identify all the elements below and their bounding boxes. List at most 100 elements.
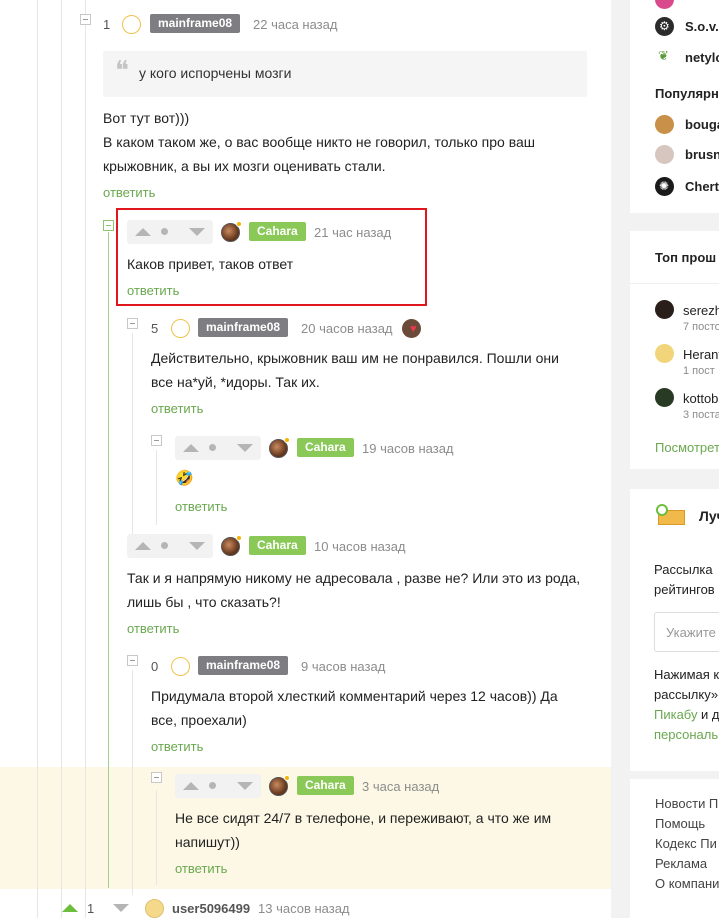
user-avatar xyxy=(655,145,674,164)
user-avatar xyxy=(655,115,674,134)
emoji: 🤣 xyxy=(175,470,194,487)
see-more-link[interactable]: Посмотрет xyxy=(655,440,719,455)
username-badge[interactable]: mainframe08 xyxy=(198,318,289,337)
footer-link[interactable]: Кодекс Пи xyxy=(655,836,717,851)
reply-link[interactable]: ответить xyxy=(175,861,227,876)
avatar-placeholder xyxy=(171,657,190,676)
comment-line: Вот тут вот))) xyxy=(103,110,190,126)
gear-icon: ✺ xyxy=(659,179,670,193)
comment-rating: 1 xyxy=(103,17,111,32)
upvote-icon[interactable] xyxy=(183,444,199,452)
footer-link[interactable]: Новости П xyxy=(655,796,718,811)
username[interactable]: user5096499 xyxy=(172,901,250,916)
reply-link[interactable]: ответить xyxy=(151,739,203,754)
upvote-icon[interactable] xyxy=(135,542,151,550)
comment-time[interactable]: 19 часов назад xyxy=(362,441,454,456)
user-name[interactable]: Herant xyxy=(683,347,719,362)
collapse-toggle[interactable] xyxy=(80,14,91,25)
consent-text: Нажимая к xyxy=(654,667,719,682)
comment-time[interactable]: 22 часа назад xyxy=(253,17,337,32)
upvote-icon[interactable] xyxy=(183,782,199,790)
user-name[interactable]: Cherte xyxy=(685,179,719,194)
email-field[interactable]: Укажите xyxy=(654,612,719,652)
user-avatar xyxy=(655,388,674,407)
thread-line xyxy=(156,450,157,525)
sidebar-communities: ⚙ S.o.v. ❦ netylo Популярн bouga brusn ✺… xyxy=(630,0,719,213)
sidebar-top-posts: Топ прош serezh 7 постов Herant 1 пост k… xyxy=(630,231,719,469)
comment-line: Так и я напрямую никому не адресовала , … xyxy=(127,570,581,586)
user-name[interactable]: brusn xyxy=(685,147,719,162)
post-count: 1 пост xyxy=(683,365,715,377)
community-name[interactable]: S.o.v. xyxy=(685,19,719,34)
comment-time[interactable]: 3 часа назад xyxy=(362,779,439,794)
reply-link[interactable]: ответить xyxy=(127,621,179,636)
community-name[interactable]: netylo xyxy=(685,50,719,65)
thread-line xyxy=(132,333,133,535)
post-count: 7 постов xyxy=(683,321,719,333)
collapse-toggle[interactable] xyxy=(127,318,138,329)
pikabu-link[interactable]: Пикабу xyxy=(654,707,697,722)
comment-time[interactable]: 13 часов назад xyxy=(258,901,350,916)
comment-time[interactable]: 10 часов назад xyxy=(314,539,406,554)
comment-text: Так и я напрямую никому не адресовала , … xyxy=(127,566,580,614)
footer-link[interactable]: Реклама xyxy=(655,856,707,871)
divider xyxy=(630,283,719,284)
comment-time[interactable]: 20 часов назад xyxy=(301,321,393,336)
newsletter-text: рейтингов xyxy=(654,582,715,597)
downvote-icon[interactable] xyxy=(237,444,253,452)
quote-icon: ❝ xyxy=(115,56,129,86)
username-badge[interactable]: mainframe08 xyxy=(150,14,241,33)
comment-rating: 0 xyxy=(151,659,159,674)
comment-line: Не все сидят 24/7 в телефоне, и пережива… xyxy=(175,810,552,826)
vote-controls xyxy=(175,436,261,460)
username-badge[interactable]: Cahara xyxy=(297,438,354,457)
comment-line: все на*уй, *идоры. Так их. xyxy=(151,374,320,390)
comment-time[interactable]: 9 часов назад xyxy=(301,659,385,674)
user-name[interactable]: bouga xyxy=(685,117,719,132)
mail-icon xyxy=(656,504,686,526)
reply-link[interactable]: ответить xyxy=(151,401,203,416)
comment-line: напишут)) xyxy=(175,834,240,850)
privacy-link[interactable]: персональ xyxy=(654,727,718,742)
online-dot-icon xyxy=(284,775,290,781)
user-name[interactable]: kottob xyxy=(683,391,718,406)
comment-text: Придумала второй хлесткий комментарий че… xyxy=(151,684,558,732)
user-avatar: ✺ xyxy=(655,177,674,196)
online-dot-icon xyxy=(236,535,242,541)
comment-line: лишь бы , что сказать?! xyxy=(127,594,281,610)
avatar[interactable] xyxy=(145,899,164,918)
highlight-frame xyxy=(116,208,427,306)
user-name[interactable]: serezh xyxy=(683,303,719,318)
collapse-toggle[interactable] xyxy=(127,655,138,666)
neutral-dot-icon xyxy=(209,782,216,789)
username-badge[interactable]: Cahara xyxy=(297,776,354,795)
reaction-avatar: ♥ xyxy=(402,319,421,338)
downvote-icon[interactable] xyxy=(237,782,253,790)
quote-block: ❝ у кого испорчены мозги xyxy=(103,51,587,97)
comment-text: Действительно, крыжовник ваш им не понра… xyxy=(151,346,559,394)
email-placeholder: Укажите xyxy=(666,625,716,640)
collapse-toggle[interactable] xyxy=(151,435,162,446)
username-badge[interactable]: Cahara xyxy=(249,536,306,555)
downvote-icon[interactable] xyxy=(189,542,205,550)
downvote-icon[interactable] xyxy=(113,904,129,912)
comment-text: Вот тут вот))) В каком таком же, о вас в… xyxy=(103,106,535,178)
newsletter-text: Рассылка xyxy=(654,562,713,577)
collapse-toggle[interactable] xyxy=(103,220,114,231)
thread-line xyxy=(61,0,62,918)
comment-line: В каком таком же, о вас вообще никто не … xyxy=(103,134,535,150)
online-dot-icon xyxy=(284,437,290,443)
footer-link[interactable]: О компани xyxy=(655,876,719,891)
reply-link[interactable]: ответить xyxy=(175,499,227,514)
collapse-toggle[interactable] xyxy=(151,772,162,783)
reply-link[interactable]: ответить xyxy=(103,185,155,200)
thread-line xyxy=(37,0,38,918)
upvote-icon[interactable] xyxy=(62,904,78,912)
comment-line: все, проехали) xyxy=(151,712,247,728)
user-avatar xyxy=(655,344,674,363)
username-badge[interactable]: mainframe08 xyxy=(198,656,289,675)
footer-link[interactable]: Помощь xyxy=(655,816,705,831)
comment-rating: 1 xyxy=(87,901,95,916)
consent-text: рассылку» xyxy=(654,687,719,702)
quote-text: у кого испорчены мозги xyxy=(139,65,292,81)
